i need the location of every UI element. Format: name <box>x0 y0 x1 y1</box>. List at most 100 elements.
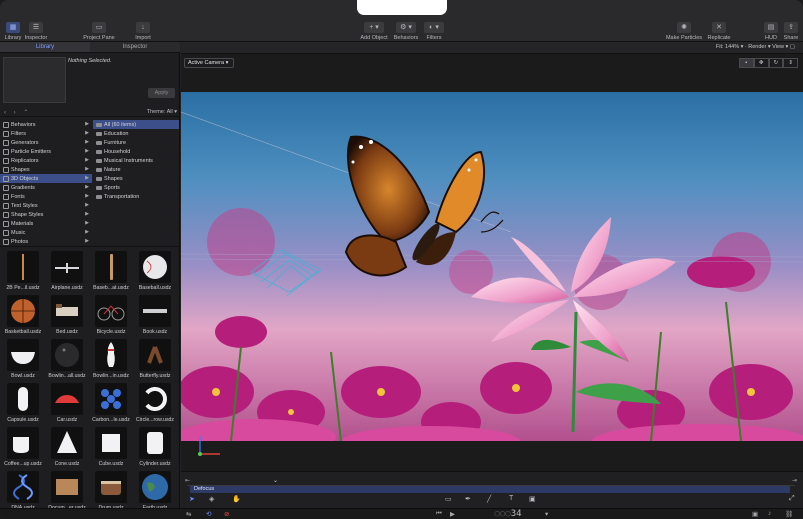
subcategory-item-sports[interactable]: Sports <box>93 183 179 192</box>
text-tool-icon[interactable]: T <box>509 495 513 502</box>
theme-select[interactable]: Theme: All ▾ <box>147 109 177 115</box>
category-item-filters[interactable]: Filters ▶ <box>0 129 92 138</box>
make-particles-button[interactable]: ✺ Make Particles <box>666 22 702 41</box>
subcategory-item-shapes[interactable]: Shapes <box>93 174 179 183</box>
library-item-airplane-usdz[interactable]: Airplane.usdz <box>47 251 87 295</box>
loop-icon[interactable]: ⟲ <box>206 510 211 518</box>
library-item-baseb-at-usdz[interactable]: Baseb...at.usdz <box>91 251 131 295</box>
expand-icon[interactable]: ⤢ <box>789 495 795 503</box>
library-item-coffee-up-usdz[interactable]: Coffee...up.usdz <box>3 427 43 471</box>
tab-inspector[interactable]: Inspector <box>90 42 180 52</box>
timeline-track[interactable]: Defocus <box>190 486 790 493</box>
timecode-menu-icon[interactable]: ▾ <box>545 510 548 518</box>
tab-library[interactable]: Library <box>0 42 90 52</box>
category-item-text-styles[interactable]: Text Styles ▶ <box>0 201 92 210</box>
library-item-cylinder-usdz[interactable]: Cylinder.usdz <box>135 427 175 471</box>
orbit-view-icon[interactable]: ↻ <box>768 58 784 68</box>
go-to-start-icon[interactable]: ⏮ <box>436 510 442 518</box>
import-label: Import <box>135 35 151 41</box>
paint-tool-icon[interactable]: ╱ <box>487 495 491 503</box>
timecode-placeholder: ○○○ <box>494 509 511 519</box>
category-item-3d-objects[interactable]: 3D Objects ▶ <box>0 174 92 183</box>
library-item-cone-usdz[interactable]: Cone.usdz <box>47 427 87 471</box>
library-item-car-usdz[interactable]: Car.usdz <box>47 383 87 427</box>
category-item-shape-styles[interactable]: Shape Styles ▶ <box>0 210 92 219</box>
camera-select[interactable]: Active Camera ▾ <box>184 58 234 68</box>
import-button[interactable]: ↓ Import <box>126 22 160 41</box>
move-view-icon[interactable]: ✥ <box>753 58 769 68</box>
item-thumbnail <box>7 383 39 415</box>
add-object-button[interactable]: + ▾ Add Object <box>357 22 391 41</box>
library-item-2b-pe-il-usdz[interactable]: 2B Pe...il.usdz <box>3 251 43 295</box>
subcategory-item-nature[interactable]: Nature <box>93 165 179 174</box>
subcategory-item-transportation[interactable]: Transportation <box>93 192 179 201</box>
audio-icon[interactable]: ♪ <box>768 510 771 517</box>
library-item-bowlin-in-usdz[interactable]: Bowlin...in.usdz <box>91 339 131 383</box>
library-item-butterfly-usdz[interactable]: Butterfly.usdz <box>135 339 175 383</box>
timeline-ruler[interactable]: ⇤ ⌄ ⇥ <box>185 477 797 486</box>
timing-pane-icon[interactable]: ▣ <box>752 510 758 518</box>
item-label: Airplane.usdz <box>51 285 83 291</box>
subcategory-item-furniture[interactable]: Furniture <box>93 138 179 147</box>
theme-label: Theme: All <box>146 109 173 115</box>
library-item-bed-usdz[interactable]: Bed.usdz <box>47 295 87 339</box>
category-item-replicators[interactable]: Replicators ▶ <box>0 156 92 165</box>
apply-button[interactable]: Apply <box>148 88 175 98</box>
in-point-icon[interactable]: ⇤ <box>185 477 190 484</box>
category-item-music[interactable]: Music ▶ <box>0 228 92 237</box>
category-item-behaviors[interactable]: Behaviors ▶ <box>0 120 92 129</box>
play-icon[interactable]: ▶ <box>450 510 455 518</box>
add-object-icon: + ▾ <box>364 22 384 33</box>
canvas-scene[interactable] <box>176 92 803 460</box>
library-item-capsule-usdz[interactable]: Capsule.usdz <box>3 383 43 427</box>
dolly-view-icon[interactable]: ⇕ <box>783 58 798 68</box>
library-item-bowl-usdz[interactable]: Bowl.usdz <box>3 339 43 383</box>
timecode-display[interactable]: ○○○34 <box>478 509 538 519</box>
shape-tool-icon[interactable]: ◈ <box>209 495 214 503</box>
mask-tool-icon[interactable]: ▣ <box>529 495 536 503</box>
category-item-photos[interactable]: Photos ▶ <box>0 237 92 246</box>
library-item-bicycle-usdz[interactable]: Bicycle.usdz <box>91 295 131 339</box>
link-icon[interactable]: ⛓ <box>785 510 793 518</box>
category-item-particle-emitters[interactable]: Particle Emitters ▶ <box>0 147 92 156</box>
item-thumbnail <box>95 251 127 283</box>
category-item-fonts[interactable]: Fonts ▶ <box>0 192 92 201</box>
subcategory-item-education[interactable]: Education <box>93 129 179 138</box>
subcategory-item-musical-instruments[interactable]: Musical Instruments <box>93 156 179 165</box>
nav-arrows-icon[interactable]: ‹ › ⌃ <box>4 109 31 116</box>
nothing-selected-text: Nothing Selected. <box>68 58 112 64</box>
library-item-book-usdz[interactable]: Book.usdz <box>135 295 175 339</box>
category-item-materials[interactable]: Materials ▶ <box>0 219 92 228</box>
share-button[interactable]: ⇪ Share <box>774 22 803 41</box>
select-tool-icon[interactable]: ➤ <box>189 495 195 503</box>
library-item-cube-usdz[interactable]: Cube.usdz <box>91 427 131 471</box>
library-item-baseball-usdz[interactable]: Baseball.usdz <box>135 251 175 295</box>
replicate-button[interactable]: ✕ Replicate <box>702 22 736 41</box>
view-menu[interactable]: View <box>772 44 784 50</box>
category-label: Shapes <box>11 166 30 173</box>
filters-button[interactable]: ◐ ▾ Filters <box>417 22 451 41</box>
record-options-icon[interactable]: ⇆ <box>186 510 191 518</box>
category-item-shapes[interactable]: Shapes ▶ <box>0 165 92 174</box>
out-point-icon[interactable]: ⇥ <box>792 477 797 484</box>
hand-tool-icon[interactable]: ✋ <box>232 495 241 503</box>
pen-tool-icon[interactable]: ✒ <box>465 495 471 503</box>
project-pane-button[interactable]: ▭ Project Pane <box>82 22 116 41</box>
scene-image <box>176 92 803 460</box>
library-item-circle-row-usdz[interactable]: Circle...row.usdz <box>135 383 175 427</box>
subcategory-item-household[interactable]: Household <box>93 147 179 156</box>
rectangle-tool-icon[interactable]: ▭ <box>445 495 452 503</box>
library-item-carbon-le-usdz[interactable]: Carbon...le.usdz <box>91 383 131 427</box>
inspector-button[interactable]: ☰ Inspector <box>19 22 53 41</box>
item-thumbnail <box>95 471 127 503</box>
library-item-basketball-usdz[interactable]: Basketball.usdz <box>3 295 43 339</box>
record-icon[interactable]: ⊘ <box>224 510 229 518</box>
subcategory-item-all-60-items[interactable]: All (60 items) <box>93 120 179 129</box>
category-item-gradients[interactable]: Gradients ▶ <box>0 183 92 192</box>
camera-view-icon[interactable]: ▪ <box>739 58 754 68</box>
fit-zoom[interactable]: Fit: 144% <box>716 44 739 50</box>
playhead-icon[interactable]: ⌄ <box>273 477 278 484</box>
category-item-generators[interactable]: Generators ▶ <box>0 138 92 147</box>
library-item-bowlin-all-usdz[interactable]: Bowlin...all.usdz <box>47 339 87 383</box>
render-menu[interactable]: Render <box>748 44 766 50</box>
